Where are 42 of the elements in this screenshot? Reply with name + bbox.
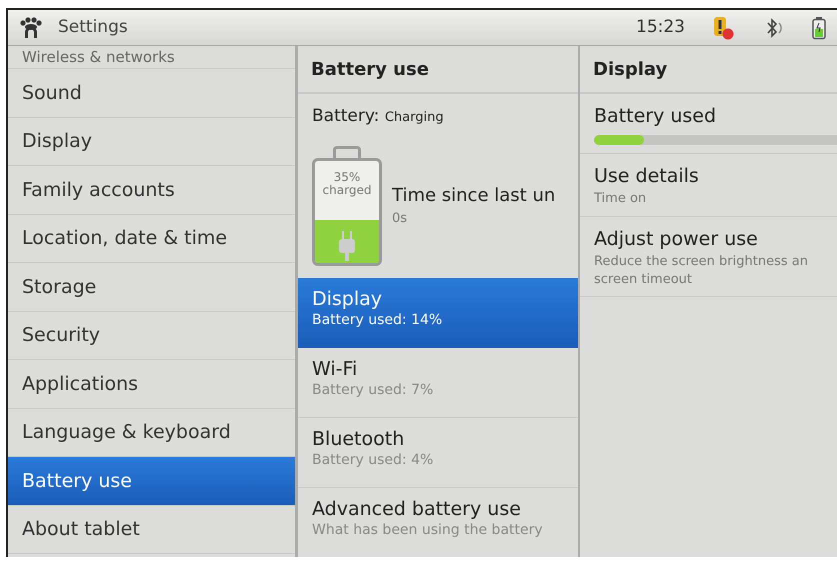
sidebar-item[interactable]: Location, date & time [8, 214, 295, 263]
panel-title: Battery use [298, 46, 578, 94]
clock: 15:23 [636, 16, 685, 39]
usage-item[interactable]: Wi-Fi Battery used: 7% [298, 348, 578, 418]
sidebar-item[interactable]: Wireless & networks [8, 46, 295, 69]
usage-subtitle: Battery used: 14% [312, 311, 444, 330]
usage-label: Battery used [594, 104, 718, 129]
stat-title: Time since last un [392, 184, 556, 208]
detail-item[interactable]: Use details Time on [580, 154, 837, 217]
usage-title: Bluetooth [312, 428, 406, 450]
battery-icon[interactable] [811, 16, 827, 40]
sidebar-item[interactable]: Battery use [8, 457, 295, 506]
window-title: Settings [58, 16, 129, 39]
usage-item[interactable]: Display Battery used: 14% [298, 278, 578, 348]
plug-icon [338, 230, 356, 260]
detail-item-title: Use details [594, 164, 700, 188]
stat-value: 0s [392, 210, 408, 228]
usage-subtitle: Battery used: 7% [312, 381, 434, 400]
usage-title: Advanced battery use [312, 498, 522, 520]
sidebar-item[interactable]: Storage [8, 263, 295, 312]
usage-item[interactable]: Bluetooth Battery used: 4% [298, 418, 578, 488]
app-logo-icon [18, 16, 44, 40]
sidebar-item[interactable]: About tablet [8, 506, 295, 554]
detail-item-title: Adjust power use [594, 226, 759, 252]
usage-title: Display [312, 288, 384, 310]
sidebar-item[interactable]: Sound [8, 69, 295, 118]
sidebar-item[interactable]: Family accounts [8, 166, 295, 214]
usage-item[interactable]: Advanced battery use What has been using the battery [298, 488, 578, 557]
charge-caption: charged [322, 184, 372, 197]
detail-item[interactable]: Adjust power use Reduce the screen brightness an screen timeout [580, 216, 837, 298]
sidebar-item[interactable]: Display [8, 118, 295, 166]
usage-subtitle: Battery used: 4% [312, 451, 434, 470]
detail-item-subtitle: Reduce the screen brightness an screen timeout [594, 253, 809, 288]
usage-subtitle: What has been using the battery [312, 521, 544, 540]
sidebar-item[interactable]: Applications [8, 360, 295, 408]
usage-title: Wi-Fi [312, 358, 358, 380]
detail-title: Display [580, 46, 837, 94]
warning-icon[interactable] [711, 16, 735, 40]
charge-percent: 35% [332, 170, 362, 184]
detail-item-subtitle: Time on [594, 190, 648, 208]
battery-status: Battery: Charging [311, 105, 445, 128]
sidebar-item[interactable]: Security [8, 312, 295, 360]
